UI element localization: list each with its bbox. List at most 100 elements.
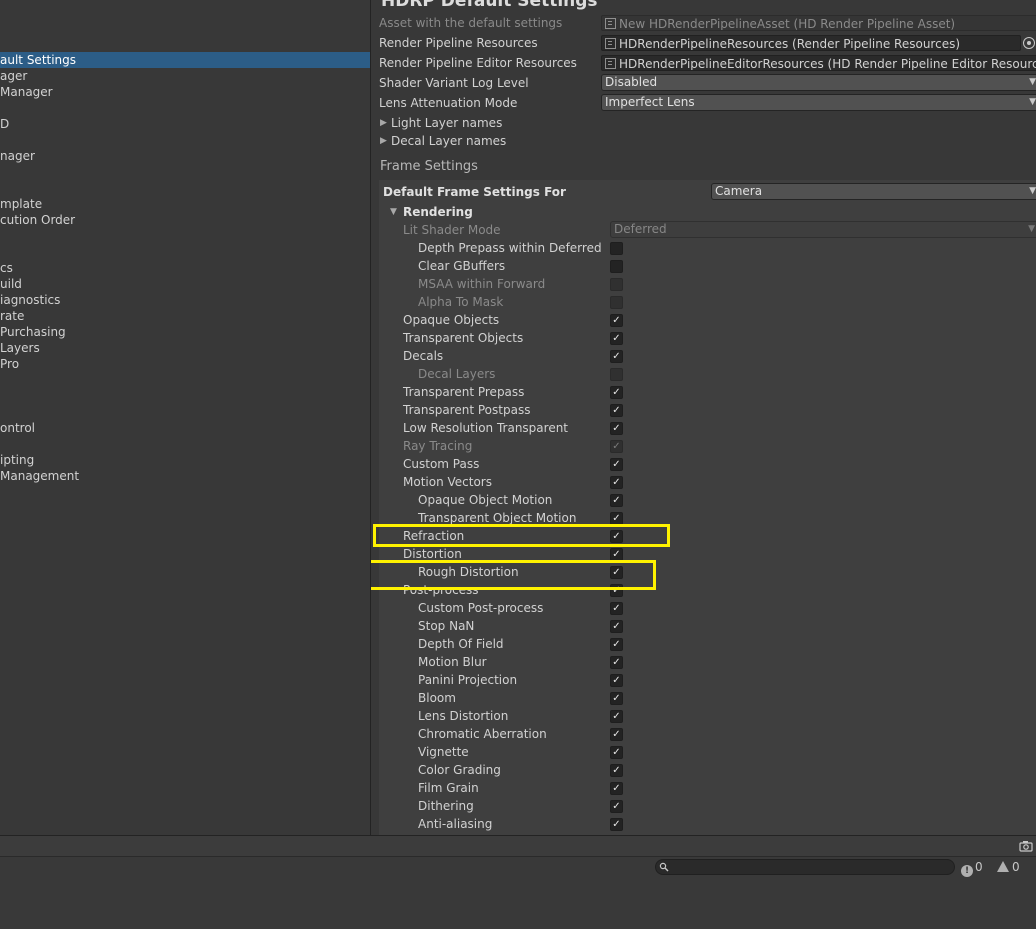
frame-setting-label: Alpha To Mask [418, 295, 504, 309]
frame-setting-checkbox[interactable]: ✓ [610, 728, 623, 741]
chevron-down-icon: ▼ [1029, 77, 1036, 87]
search-icon [659, 862, 669, 872]
console-panel: ! 0 0 [0, 835, 1036, 929]
warning-count-toggle[interactable]: 0 [997, 858, 1020, 876]
rough-distortion-highlight-box [371, 560, 656, 590]
sidebar-item[interactable]: Management [0, 468, 79, 484]
sidebar-item[interactable]: rate [0, 308, 24, 324]
hdrp-settings-panel: HDRP Default Settings Asset with the def… [371, 0, 1036, 835]
frame-setting-checkbox[interactable] [610, 242, 623, 255]
console-search-input[interactable] [655, 859, 955, 875]
frame-setting-checkbox[interactable]: ✓ [610, 350, 623, 363]
frame-setting-checkbox[interactable]: ✓ [610, 656, 623, 669]
frame-setting-checkbox[interactable]: ✓ [610, 458, 623, 471]
lit-shader-mode-dropdown: Deferred ▼ [610, 221, 1036, 238]
editor-resources-value: HDRenderPipelineEditorResources (HD Rend… [619, 57, 1036, 71]
lit-shader-mode-label: Lit Shader Mode [403, 223, 501, 237]
warning-count: 0 [1012, 860, 1020, 874]
refraction-highlight-box [373, 524, 670, 547]
frame-setting-label: Clear GBuffers [418, 259, 506, 273]
frame-setting-label: Depth Of Field [418, 637, 504, 651]
frame-setting-checkbox[interactable]: ✓ [610, 620, 623, 633]
frame-settings-title: Frame Settings [380, 159, 478, 174]
lit-shader-mode-value: Deferred [614, 222, 667, 236]
frame-setting-checkbox[interactable]: ✓ [610, 494, 623, 507]
frame-setting-checkbox[interactable]: ✓ [610, 746, 623, 759]
sidebar-item[interactable]: ault Settings [0, 52, 370, 68]
frame-setting-checkbox [610, 278, 623, 291]
decal-layers-foldout-icon[interactable]: ▶ [380, 136, 387, 146]
chevron-down-icon: ▼ [1029, 186, 1036, 196]
frame-setting-label: Transparent Objects [403, 331, 524, 345]
lens-attenuation-dropdown[interactable]: Imperfect Lens ▼ [601, 94, 1036, 111]
frame-setting-label: Depth Prepass within Deferred [418, 241, 602, 255]
sidebar-item[interactable]: nager [0, 148, 35, 164]
sidebar-item[interactable]: cution Order [0, 212, 75, 228]
light-layers-foldout[interactable]: Light Layer names [391, 115, 502, 131]
sidebar-item[interactable]: Manager [0, 84, 53, 100]
rendering-foldout-icon[interactable]: ▼ [390, 207, 397, 217]
sidebar-item[interactable]: ager [0, 68, 27, 84]
frame-setting-checkbox[interactable]: ✓ [610, 386, 623, 399]
frame-setting-label: Opaque Objects [403, 313, 500, 327]
frame-setting-checkbox[interactable]: ✓ [610, 404, 623, 417]
frame-setting-label: Low Resolution Transparent [403, 421, 569, 435]
page-title: HDRP Default Settings [381, 0, 598, 11]
frame-setting-label: Transparent Postpass [403, 403, 531, 417]
sidebar-item[interactable]: Layers [0, 340, 40, 356]
frame-setting-checkbox[interactable]: ✓ [610, 476, 623, 489]
decal-layers-foldout[interactable]: Decal Layer names [391, 133, 506, 149]
resources-picker-icon[interactable] [1023, 37, 1035, 49]
frame-setting-label: Ray Tracing [403, 439, 473, 453]
frame-setting-checkbox[interactable]: ✓ [610, 782, 623, 795]
frame-setting-label: Motion Blur [418, 655, 487, 669]
chevron-down-icon: ▼ [1029, 97, 1036, 107]
asset-field: New HDRenderPipelineAsset (HD Render Pip… [601, 15, 1036, 31]
rendering-foldout[interactable]: Rendering [403, 204, 473, 220]
sidebar-item[interactable]: cs [0, 260, 13, 276]
frame-setting-checkbox[interactable]: ✓ [610, 710, 623, 723]
sidebar-item[interactable]: Purchasing [0, 324, 66, 340]
sidebar-item[interactable]: mplate [0, 196, 42, 212]
frame-setting-checkbox[interactable]: ✓ [610, 332, 623, 345]
resources-label: Render Pipeline Resources [379, 36, 538, 50]
sidebar-item[interactable]: ipting [0, 452, 34, 468]
frame-setting-checkbox[interactable]: ✓ [610, 602, 623, 615]
lens-attenuation-value: Imperfect Lens [605, 95, 695, 109]
frame-setting-checkbox[interactable]: ✓ [610, 422, 623, 435]
resources-field[interactable]: HDRenderPipelineResources (Render Pipeli… [601, 35, 1021, 51]
editor-resources-field[interactable]: HDRenderPipelineEditorResources (HD Rend… [601, 55, 1036, 71]
resources-file-icon [605, 38, 616, 49]
frame-setting-checkbox[interactable]: ✓ [610, 674, 623, 687]
frame-setting-checkbox[interactable]: ✓ [610, 800, 623, 813]
frame-setting-label: Color Grading [418, 763, 501, 777]
editor-resources-file-icon [605, 58, 616, 69]
frame-setting-checkbox [610, 296, 623, 309]
frame-setting-checkbox[interactable]: ✓ [610, 314, 623, 327]
light-layers-foldout-icon[interactable]: ▶ [380, 118, 387, 128]
sidebar-item[interactable]: D [0, 116, 9, 132]
frame-setting-label: Transparent Prepass [403, 385, 525, 399]
sidebar-item[interactable]: uild [0, 276, 22, 292]
sidebar-item[interactable]: ontrol [0, 420, 35, 436]
error-count-toggle[interactable]: ! 0 [961, 858, 983, 877]
frame-setting-label: Motion Vectors [403, 475, 492, 489]
shader-log-dropdown[interactable]: Disabled ▼ [601, 74, 1036, 91]
default-frame-settings-dropdown[interactable]: Camera ▼ [711, 183, 1036, 200]
lens-attenuation-label: Lens Attenuation Mode [379, 96, 518, 110]
frame-setting-label: Bloom [418, 691, 456, 705]
project-settings-sidebar: ault Settings ager Manager Dnager mplate cuti… [0, 0, 370, 835]
sidebar-item[interactable]: Pro [0, 356, 19, 372]
error-count: 0 [975, 860, 983, 874]
frame-setting-checkbox: ✓ [610, 440, 623, 453]
camera-icon[interactable] [1019, 840, 1033, 852]
frame-setting-checkbox[interactable] [610, 260, 623, 273]
frame-setting-checkbox[interactable]: ✓ [610, 692, 623, 705]
shader-log-label: Shader Variant Log Level [379, 76, 529, 90]
asset-label: Asset with the default settings [379, 16, 563, 30]
frame-setting-checkbox[interactable]: ✓ [610, 764, 623, 777]
frame-setting-label: Decals [403, 349, 444, 363]
frame-setting-checkbox[interactable]: ✓ [610, 638, 623, 651]
frame-setting-checkbox[interactable]: ✓ [610, 818, 623, 831]
sidebar-item[interactable]: iagnostics [0, 292, 60, 308]
